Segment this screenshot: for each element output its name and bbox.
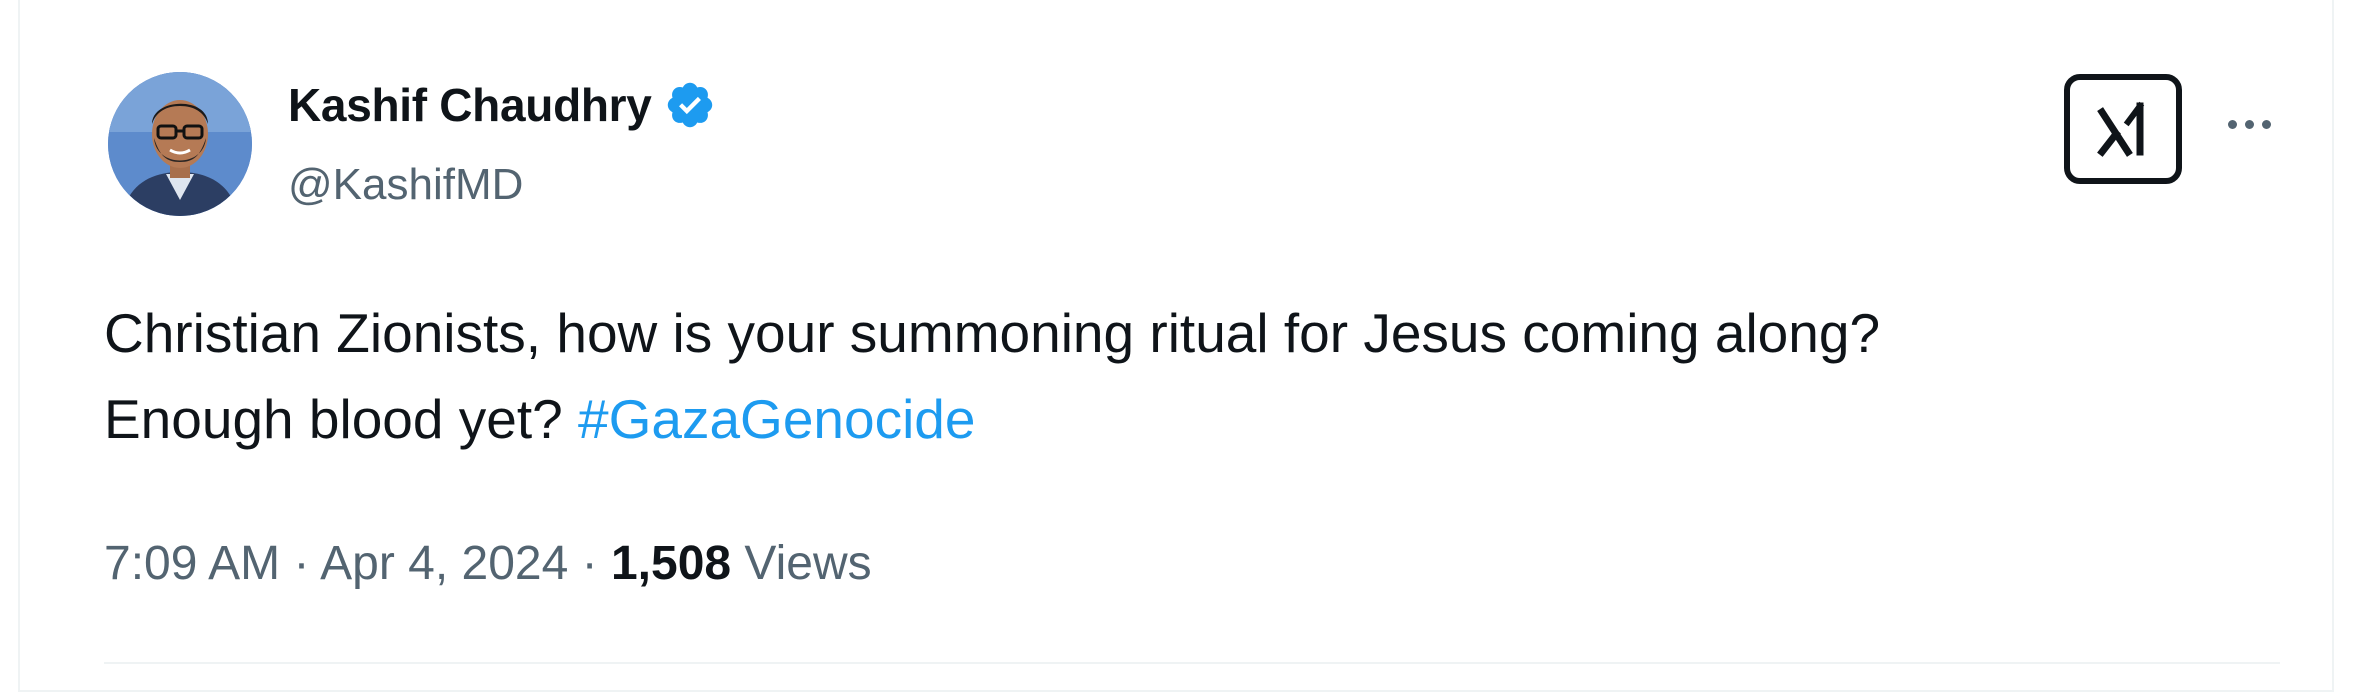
tweet-meta: 7:09 AM · Apr 4, 2024 · 1,508 Views bbox=[104, 536, 872, 591]
author-avatar[interactable] bbox=[108, 72, 252, 216]
tweet-text-line-1: Christian Zionists, how is your summonin… bbox=[104, 302, 1881, 364]
hashtag-link[interactable]: #GazaGenocide bbox=[578, 388, 976, 450]
avatar-image bbox=[108, 72, 252, 216]
tweet-time[interactable]: 7:09 AM bbox=[104, 537, 280, 590]
more-options-dot bbox=[2244, 119, 2254, 129]
views-label: Views bbox=[731, 537, 872, 590]
tweet-text-line-2: Enough blood yet? #GazaGenocide bbox=[104, 376, 2304, 462]
views-count[interactable]: 1,508 bbox=[611, 537, 731, 590]
grok-icon bbox=[2097, 101, 2145, 157]
tweet-card: Kashif Chaudhry @KashifMD Christian Zion… bbox=[18, 0, 2334, 692]
verified-badge-icon[interactable] bbox=[664, 79, 716, 131]
meta-separator: · bbox=[568, 537, 611, 590]
author-display-name[interactable]: Kashif Chaudhry bbox=[288, 78, 652, 132]
author-handle[interactable]: @KashifMD bbox=[288, 160, 523, 210]
tweet-text-prefix: Enough blood yet? bbox=[104, 388, 578, 450]
tweet-date[interactable]: Apr 4, 2024 bbox=[320, 537, 568, 590]
more-options-button[interactable] bbox=[2214, 104, 2284, 144]
more-options-dot bbox=[2261, 119, 2271, 129]
tweet-body: Christian Zionists, how is your summonin… bbox=[104, 290, 2304, 462]
more-options-icon bbox=[2227, 119, 2237, 129]
grok-button[interactable] bbox=[2064, 74, 2182, 184]
author-name-row[interactable]: Kashif Chaudhry bbox=[288, 78, 716, 132]
divider bbox=[104, 662, 2280, 664]
meta-separator: · bbox=[280, 537, 321, 590]
